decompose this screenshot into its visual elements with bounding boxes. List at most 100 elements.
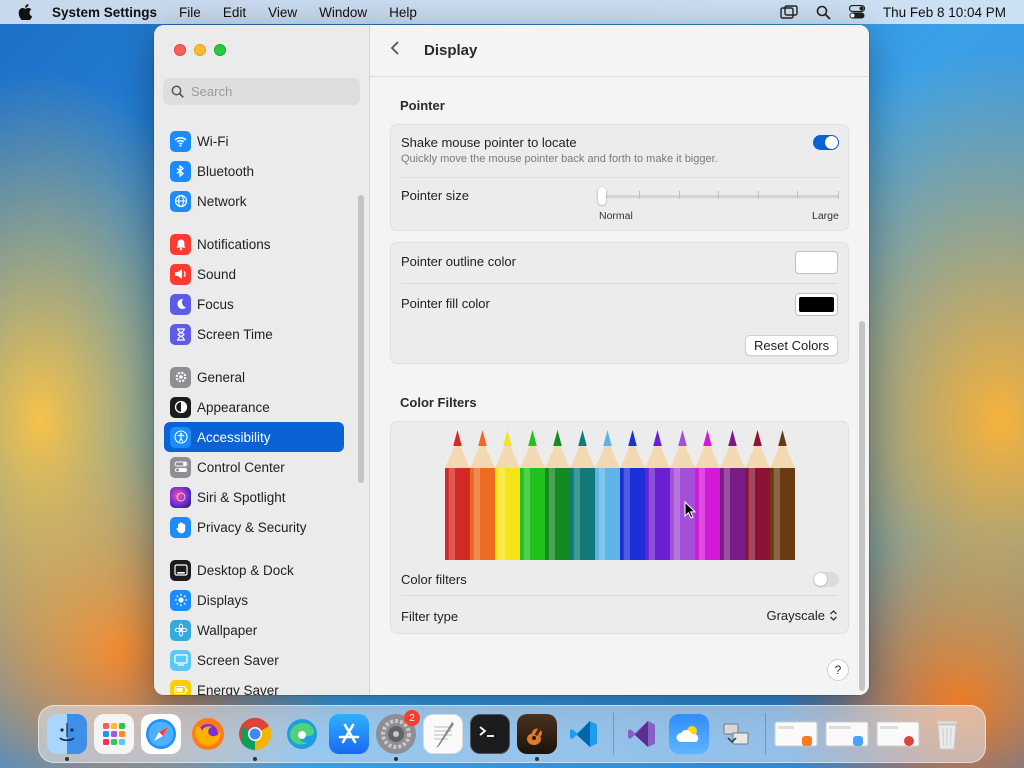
recent-window-3[interactable] (876, 714, 920, 754)
sidebar-item-label: Accessibility (197, 429, 271, 445)
zoom-button[interactable] (214, 44, 226, 56)
sidebar-search-field[interactable]: Search (163, 78, 360, 105)
launchpad-icon[interactable] (94, 714, 134, 754)
sidebar-item-screen-saver[interactable]: Screen Saver (164, 645, 344, 675)
pencil-4 (520, 430, 545, 560)
search-placeholder: Search (191, 84, 233, 99)
menu-edit[interactable]: Edit (223, 5, 246, 20)
reset-colors-button[interactable]: Reset Colors (745, 335, 839, 356)
pointer-fill-color-well[interactable] (795, 293, 838, 316)
content-scrollbar[interactable] (859, 321, 865, 691)
sidebar-list: Wi-Fi Bluetooth Network Notifications So… (164, 126, 354, 695)
sidebar-item-desktop-dock[interactable]: Desktop & Dock (164, 555, 344, 585)
sidebar-item-siri-spotlight[interactable]: Siri & Spotlight (164, 482, 344, 512)
sidebar-item-control-center[interactable]: Control Center (164, 452, 344, 482)
recent-window-2[interactable] (825, 714, 869, 754)
sidebar-item-label: Control Center (197, 459, 285, 475)
screensaver-icon (170, 649, 191, 671)
pencil-6 (570, 430, 595, 560)
finder-icon[interactable] (47, 714, 87, 761)
control-center-icon[interactable] (848, 5, 865, 19)
shake-pointer-toggle[interactable] (813, 135, 839, 150)
textedit-icon[interactable] (423, 714, 463, 754)
sidebar-item-general[interactable]: General (164, 362, 344, 392)
pointer-outline-color-label: Pointer outline color (401, 254, 516, 269)
battery-icon (170, 679, 191, 695)
globe-icon (170, 190, 191, 212)
pointer-size-slider-track[interactable] (601, 195, 839, 198)
pencil-12 (720, 430, 745, 560)
garageband-icon[interactable] (517, 714, 557, 761)
sidebar-item-screen-time[interactable]: Screen Time (164, 319, 344, 349)
color-filters-toggle[interactable] (813, 572, 839, 587)
sidebar-item-network[interactable]: Network (164, 186, 344, 216)
weather-icon[interactable] (669, 714, 709, 754)
menu-view[interactable]: View (268, 5, 297, 20)
sidebar-item-wifi[interactable]: Wi-Fi (164, 126, 344, 156)
pointer-size-max-label: Large (812, 210, 839, 222)
sidebar-item-wallpaper[interactable]: Wallpaper (164, 615, 344, 645)
color-filters-label: Color filters (401, 572, 467, 587)
sidebar-item-displays[interactable]: Displays (164, 585, 344, 615)
bluetooth-icon (170, 160, 191, 182)
gear-icon (170, 366, 191, 388)
sidebar-item-privacy-security[interactable]: Privacy & Security (164, 512, 344, 542)
pointer-size-slider-knob[interactable] (598, 187, 606, 205)
pointer-card-1: Shake mouse pointer to locate Quickly mo… (390, 124, 849, 231)
pencil-14 (770, 430, 795, 560)
pointer-outline-color-well[interactable] (795, 251, 838, 274)
sidebar-item-label: Focus (197, 296, 234, 312)
hand-icon (170, 516, 191, 538)
back-chevron-icon[interactable] (390, 40, 410, 61)
terminal-icon[interactable] (470, 714, 510, 754)
menu-clock[interactable]: Thu Feb 8 10:04 PM (883, 5, 1006, 20)
section-title-pointer: Pointer (400, 98, 445, 113)
sidebar-item-label: Appearance (197, 399, 270, 415)
sidebar-item-energy-saver[interactable]: Energy Saver (164, 675, 344, 695)
screen-mirroring-icon[interactable] (780, 5, 798, 19)
vscode-icon[interactable] (564, 714, 604, 754)
sidebar-item-sound[interactable]: Sound (164, 259, 344, 289)
filter-type-value: Grayscale (766, 608, 825, 623)
firefox-icon[interactable] (188, 714, 228, 754)
hourglass-icon (170, 323, 191, 345)
sidebar-item-label: Network (197, 193, 247, 209)
pointer-color-card: Pointer outline color Pointer fill color… (390, 242, 849, 364)
sidebar-scrollbar[interactable] (358, 195, 364, 483)
sidebar-item-focus[interactable]: Focus (164, 289, 344, 319)
trash-icon[interactable] (927, 714, 967, 754)
sidebar-item-label: Siri & Spotlight (197, 489, 286, 505)
accessibility-icon (170, 426, 191, 448)
sidebar-item-label: Notifications (197, 236, 271, 252)
system-settings-icon[interactable]: 2 (376, 710, 420, 761)
help-button[interactable]: ? (827, 659, 849, 681)
safari-icon[interactable] (141, 714, 181, 754)
sidebar: Search Wi-Fi Bluetooth Network Notificat… (154, 25, 370, 695)
pencil-13 (745, 430, 770, 560)
edge-icon[interactable] (282, 714, 322, 754)
filter-type-popup[interactable]: Grayscale (766, 608, 838, 623)
recent-window-1[interactable] (774, 714, 818, 754)
menu-help[interactable]: Help (389, 5, 417, 20)
pencil-10 (670, 430, 695, 560)
dock: 2 (38, 705, 986, 763)
updown-chevron-icon (830, 610, 837, 621)
spotlight-search-icon[interactable] (816, 5, 831, 20)
sidebar-item-accessibility[interactable]: Accessibility (164, 422, 344, 452)
sidebar-item-appearance[interactable]: Appearance (164, 392, 344, 422)
menu-app-name[interactable]: System Settings (52, 5, 157, 20)
migration-assistant-icon[interactable] (716, 714, 756, 754)
minimize-button[interactable] (194, 44, 206, 56)
apple-logo-icon[interactable] (18, 4, 32, 20)
pane-header: Display (370, 25, 869, 77)
chrome-icon[interactable] (235, 714, 275, 761)
visual-studio-icon[interactable] (622, 714, 662, 754)
app-store-icon[interactable] (329, 714, 369, 754)
sidebar-item-bluetooth[interactable]: Bluetooth (164, 156, 344, 186)
pencil-2 (470, 430, 495, 560)
sidebar-item-notifications[interactable]: Notifications (164, 229, 344, 259)
menu-file[interactable]: File (179, 5, 201, 20)
sidebar-item-label: Privacy & Security (197, 519, 307, 535)
close-button[interactable] (174, 44, 186, 56)
menu-window[interactable]: Window (319, 5, 367, 20)
